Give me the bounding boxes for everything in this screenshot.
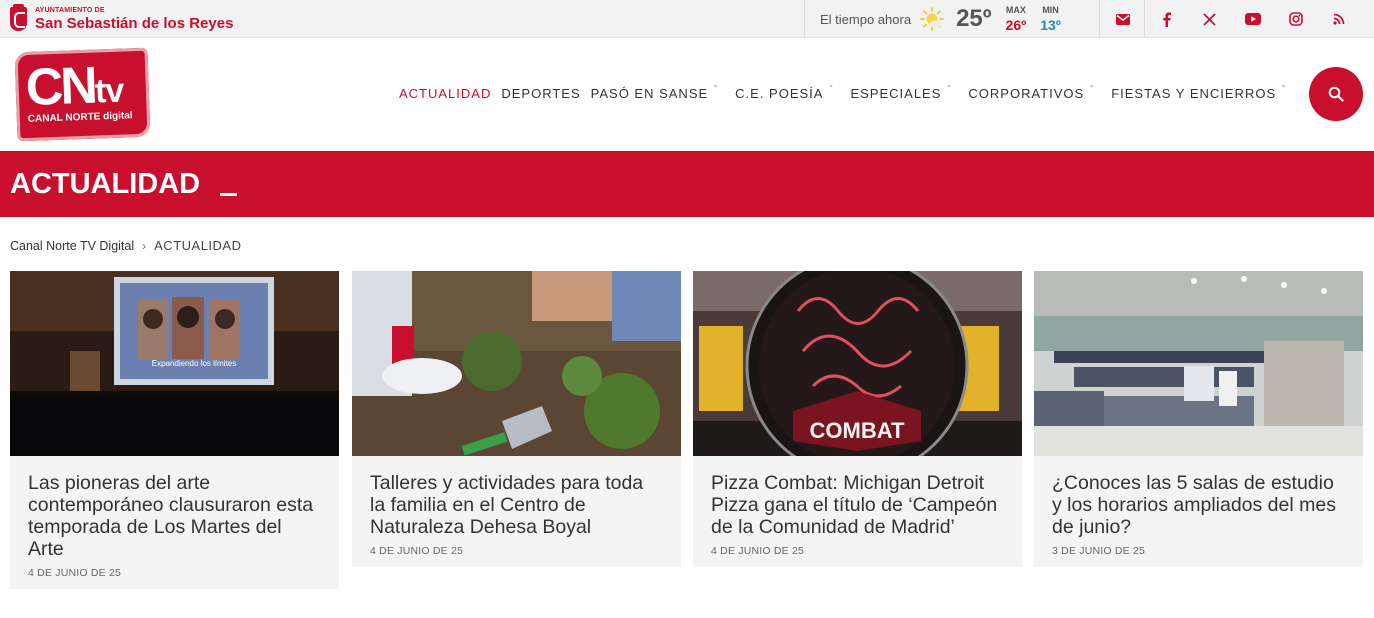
x-icon[interactable] xyxy=(1188,0,1231,38)
news-card[interactable]: Expandiendo los límites Las pioneras del… xyxy=(10,271,339,589)
news-date: 4 DE JUNIO DE 25 xyxy=(370,545,464,557)
chevron-down-icon: ˇ xyxy=(1282,84,1287,94)
news-title[interactable]: Las pioneras del arte contemporáneo clau… xyxy=(28,472,321,560)
top-bar: AYUNTAMIENTO DE San Sebastián de los Rey… xyxy=(0,0,1374,38)
nav-item-fiestas-y-encierros[interactable]: FIESTAS Y ENCIERROS ˇ xyxy=(1111,84,1287,101)
nav-item-actualidad[interactable]: ACTUALIDAD xyxy=(399,86,491,101)
nav-item-label: DEPORTES xyxy=(501,86,581,101)
min-value: 13º xyxy=(1040,17,1061,33)
news-title[interactable]: Talleres y actividades para toda la fami… xyxy=(370,472,663,538)
ayuntamiento-small-label: AYUNTAMIENTO DE xyxy=(35,7,105,14)
chevron-down-icon: ˇ xyxy=(1090,84,1095,94)
weather-label: El tiempo ahora xyxy=(820,11,912,27)
site-logo[interactable]: CNtv CANAL NORTE digital xyxy=(14,47,151,142)
youtube-icon[interactable] xyxy=(1231,0,1274,38)
news-card[interactable]: Talleres y actividades para toda la fami… xyxy=(352,271,681,567)
chevron-down-icon: ˇ xyxy=(947,84,952,94)
slide-caption: Expandiendo los límites xyxy=(152,359,237,368)
mail-icon[interactable] xyxy=(1101,0,1144,38)
title-underscore xyxy=(220,193,237,196)
combat-caption: COMBAT xyxy=(810,418,905,443)
chevron-right-icon: › xyxy=(142,238,147,253)
ayuntamiento-name: AYUNTAMIENTO DE San Sebastián de los Rey… xyxy=(35,7,233,31)
news-image[interactable] xyxy=(1034,271,1363,456)
nav-item-corporativos[interactable]: CORPORATIVOS ˇ xyxy=(968,84,1095,101)
news-date: 3 DE JUNIO DE 25 xyxy=(1052,545,1146,557)
news-title[interactable]: Pizza Combat: Michigan Detroit Pizza gan… xyxy=(711,472,1004,538)
facebook-icon[interactable] xyxy=(1145,0,1188,38)
ayuntamiento-shield-icon xyxy=(10,4,27,31)
nav-item-label: PASÓ EN SANSE xyxy=(590,86,709,101)
news-card[interactable]: COMBAT Pizza Combat: Michigan Detroit Pi… xyxy=(693,271,1022,567)
news-image[interactable] xyxy=(352,271,681,456)
page-title: ACTUALIDAD xyxy=(10,168,201,200)
instagram-icon[interactable] xyxy=(1274,0,1317,38)
max-value: 26º xyxy=(1005,17,1027,33)
breadcrumb-home[interactable]: Canal Norte TV Digital xyxy=(10,239,134,253)
nav-item-label: ACTUALIDAD xyxy=(399,86,492,101)
weather-widget[interactable]: El tiempo ahora 25º MAX 26º MIN 13º xyxy=(804,0,1100,38)
logo-cn: CN xyxy=(24,56,96,117)
nav-item-label: CORPORATIVOS xyxy=(968,86,1085,101)
logo-tv: tv xyxy=(94,71,124,111)
news-date: 4 DE JUNIO DE 25 xyxy=(28,567,122,579)
search-icon xyxy=(1328,86,1344,102)
ayuntamiento-town-label: San Sebastián de los Reyes xyxy=(35,15,234,32)
min-temperature: MIN 13º xyxy=(1040,5,1061,33)
news-image[interactable]: Expandiendo los límites xyxy=(10,271,339,456)
chevron-down-icon: ˇ xyxy=(829,84,834,94)
search-button[interactable] xyxy=(1309,67,1363,121)
chevron-down-icon: ˇ xyxy=(714,84,719,94)
news-date: 4 DE JUNIO DE 25 xyxy=(711,545,805,557)
max-temperature: MAX 26º xyxy=(1005,5,1027,33)
news-title[interactable]: ¿Conoces las 5 salas de estudio y los ho… xyxy=(1052,472,1345,538)
nav-item-especiales[interactable]: ESPECIALES ˇ xyxy=(850,84,952,101)
sun-cloud-icon xyxy=(920,7,944,31)
news-card[interactable]: ¿Conoces las 5 salas de estudio y los ho… xyxy=(1034,271,1363,567)
nav-item-deportes[interactable]: DEPORTES xyxy=(501,86,580,101)
news-card-body: Talleres y actividades para toda la fami… xyxy=(352,456,681,567)
news-card-body: Pizza Combat: Michigan Detroit Pizza gan… xyxy=(693,456,1022,567)
news-image[interactable]: COMBAT xyxy=(693,271,1022,456)
nav-item-label: ESPECIALES xyxy=(850,86,942,101)
ayuntamiento-link[interactable]: AYUNTAMIENTO DE San Sebastián de los Rey… xyxy=(10,4,233,34)
news-card-body: Las pioneras del arte contemporáneo clau… xyxy=(10,456,339,589)
logo-wordmark: CNtv xyxy=(24,56,124,117)
nav-item-pasó-en-sanse[interactable]: PASÓ EN SANSE ˇ xyxy=(590,84,719,101)
min-label: MIN xyxy=(1042,5,1059,15)
nav-item-label: C.E. POESÍA xyxy=(735,86,824,101)
section-banner: ACTUALIDAD xyxy=(0,151,1374,217)
breadcrumb: Canal Norte TV Digital › ACTUALIDAD xyxy=(10,238,242,253)
social-links xyxy=(1101,0,1360,38)
breadcrumb-current: ACTUALIDAD xyxy=(154,238,242,253)
logo-subtitle: CANAL NORTE digital xyxy=(27,110,133,125)
max-label: MAX xyxy=(1005,5,1026,15)
nav-item-c-e-poesía[interactable]: C.E. POESÍA ˇ xyxy=(735,84,834,101)
main-nav: ACTUALIDAD DEPORTES PASÓ EN SANSE ˇ C.E. POE… xyxy=(399,84,1303,101)
current-temperature: 25º xyxy=(956,5,992,32)
nav-item-label: FIESTAS Y ENCIERROS xyxy=(1111,86,1277,101)
rss-icon[interactable] xyxy=(1317,0,1360,38)
news-card-body: ¿Conoces las 5 salas de estudio y los ho… xyxy=(1034,456,1363,567)
